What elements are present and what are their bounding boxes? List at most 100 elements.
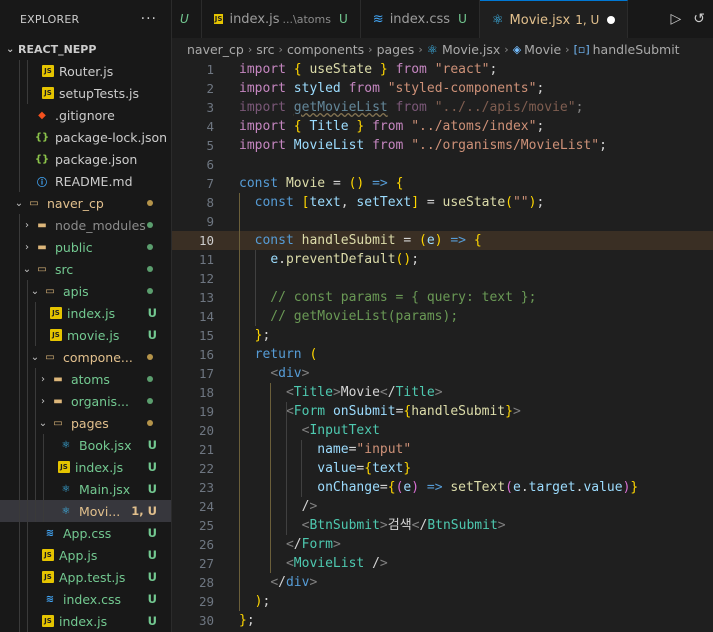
chevron-right-icon: › (25, 219, 29, 231)
tree-folder-item[interactable]: ⌄ ▭ src (0, 258, 171, 280)
tab-status: U (338, 12, 348, 26)
tree-file-item[interactable]: JS setupTests.js (0, 82, 171, 104)
code-line[interactable]: 19 <Form onSubmit={handleSubmit}> (172, 402, 713, 421)
indent-guide (27, 522, 28, 544)
code-line[interactable]: 22 value={text} (172, 459, 713, 478)
git-status-dot (147, 354, 153, 360)
git-status-badge: U (147, 328, 157, 342)
tree-file-item[interactable]: JS index.js U (0, 302, 171, 324)
code-line[interactable]: 1 import { useState } from "react"; (172, 60, 713, 79)
code-line[interactable]: 16 return ( (172, 345, 713, 364)
tab-index-js-atoms[interactable]: JS index.js ...\atoms U (201, 0, 361, 38)
unsaved-dot-icon[interactable] (607, 16, 616, 24)
tree-folder-item[interactable]: › ▬ atoms (0, 368, 171, 390)
code-line[interactable]: 14 // getMovieList(params); (172, 307, 713, 326)
tree-file-item[interactable]: {} package.json (0, 148, 171, 170)
symbol-variable-icon: [▫] (573, 42, 590, 56)
tree-file-item[interactable]: ≋ App.css U (0, 522, 171, 544)
tree-folder-item[interactable]: › ▬ node_modules (0, 214, 171, 236)
timeline-icon[interactable]: ↺ (693, 11, 705, 27)
code-line[interactable]: 13 // const params = { query: text }; (172, 288, 713, 307)
code-line[interactable]: 20 <InputText (172, 421, 713, 440)
tree-file-item[interactable]: JS movie.js U (0, 324, 171, 346)
code-line[interactable]: 28 </div> (172, 573, 713, 592)
code-line[interactable]: 6 (172, 155, 713, 174)
code-line[interactable]: 5 import MovieList from "../organisms/Mov… (172, 136, 713, 155)
breadcrumb-item[interactable]: Movie.jsx (442, 42, 500, 57)
indent-guide (19, 368, 20, 390)
tree-folder-item[interactable]: › ▬ public (0, 236, 171, 258)
breadcrumb-item[interactable]: src (256, 42, 274, 57)
indent-guide (19, 214, 20, 236)
code-line[interactable]: 29 ); (172, 592, 713, 611)
tree-folder-item[interactable]: › ▬ organis... (0, 390, 171, 412)
code-line[interactable]: 21 name="input" (172, 440, 713, 459)
code-line[interactable]: 17 <div> (172, 364, 713, 383)
breadcrumb-item[interactable]: naver_cp (187, 42, 244, 57)
folder-icon: ▬ (53, 373, 63, 385)
tree-folder-item[interactable]: ⌄ ▭ pages (0, 412, 171, 434)
code-line[interactable]: 15 }; (172, 326, 713, 345)
code-line[interactable]: 9 (172, 212, 713, 231)
breadcrumb-item[interactable]: Movie (524, 42, 561, 57)
js-file-icon: JS (42, 65, 54, 77)
tab-index-css[interactable]: ≋ index.css U (360, 0, 480, 38)
tree-file-item[interactable]: ⚛ Main.jsx U (0, 478, 171, 500)
indent-guide (35, 302, 36, 324)
chevron-down-icon: ⌄ (30, 285, 40, 297)
breadcrumb-item[interactable]: pages (377, 42, 415, 57)
code-line[interactable]: 18 <Title>Movie</Title> (172, 383, 713, 402)
root-folder[interactable]: ⌄ REACT_NEPP (0, 38, 171, 60)
code-line[interactable]: 26 </Form> (172, 535, 713, 554)
run-icon[interactable]: ▷ (670, 11, 681, 27)
indent-guide (27, 456, 28, 478)
editor-actions: ▷ ↺ (662, 0, 713, 38)
tree-item-label: Movi... (79, 503, 121, 519)
code-line[interactable]: 4 import { Title } from "../atoms/index"; (172, 117, 713, 136)
tree-file-item[interactable]: ⓘ README.md (0, 170, 171, 192)
tab-truncated[interactable]: U (172, 0, 202, 38)
code-line[interactable]: 27 <MovieList /> (172, 554, 713, 573)
line-number: 1 (206, 62, 214, 77)
code-line[interactable]: 7 const Movie = () => { (172, 174, 713, 193)
code-editor[interactable]: 1 import { useState } from "react"; 2 impor… (172, 60, 713, 632)
indent-guide (239, 193, 240, 611)
tree-file-item[interactable]: JS App.js U (0, 544, 171, 566)
js-file-icon: JS (50, 307, 62, 319)
breadcrumb-item[interactable]: handleSubmit (593, 42, 680, 57)
code-line[interactable]: 25 <BtnSubmit>검색</BtnSubmit> (172, 516, 713, 535)
code-line[interactable]: 3 import getMovieList from "../../apis/mo… (172, 98, 713, 117)
tree-file-item[interactable]: JS index.js U (0, 456, 171, 478)
tree-file-item[interactable]: ⚛ Book.jsx U (0, 434, 171, 456)
tree-file-item[interactable]: {} package-lock.json (0, 126, 171, 148)
code-line[interactable]: 2 import styled from "styled-components"; (172, 79, 713, 98)
line-number: 23 (198, 480, 214, 495)
code-line[interactable]: 23 onChange={(e) => setText(e.target.val… (172, 478, 713, 497)
breadcrumb-item[interactable]: components (287, 42, 364, 57)
code-line[interactable]: 30}; (172, 611, 713, 630)
code-line[interactable]: 24 /> (172, 497, 713, 516)
folder-icon: ▬ (53, 395, 63, 407)
tree-file-item[interactable]: ⚛ Movi... 1, U (0, 500, 171, 522)
chevron-right-icon: › (25, 241, 29, 253)
tree-file-item[interactable]: JS index.js U (0, 610, 171, 632)
indent-guide (285, 402, 287, 535)
line-number: 25 (198, 518, 214, 533)
code-line[interactable]: 12 (172, 269, 713, 288)
tree-folder-item[interactable]: ⌄ ▭ naver_cp (0, 192, 171, 214)
more-actions-icon[interactable]: ··· (141, 11, 157, 27)
git-status-dot (147, 244, 153, 250)
code-line[interactable]: 11 e.preventDefault(); (172, 250, 713, 269)
code-line[interactable]: 8 const [text, setText] = useState(""); (172, 193, 713, 212)
tree-file-item[interactable]: JS App.test.js U (0, 566, 171, 588)
code-line[interactable]: 10 const handleSubmit = (e) => { (172, 231, 713, 250)
indent-guide (27, 588, 28, 610)
tree-folder-item[interactable]: ⌄ ▭ apis (0, 280, 171, 302)
tree-folder-item[interactable]: ⌄ ▭ compone... (0, 346, 171, 368)
tab-movie-jsx[interactable]: ⚛ Movie.jsx 1, U (479, 0, 629, 39)
tree-file-item[interactable]: JS Router.js (0, 60, 171, 82)
js-file-icon: JS (42, 549, 54, 561)
tree-file-item[interactable]: ≋ index.css U (0, 588, 171, 610)
tree-file-item[interactable]: ◆ .gitignore (0, 104, 171, 126)
line-number: 30 (198, 613, 214, 628)
